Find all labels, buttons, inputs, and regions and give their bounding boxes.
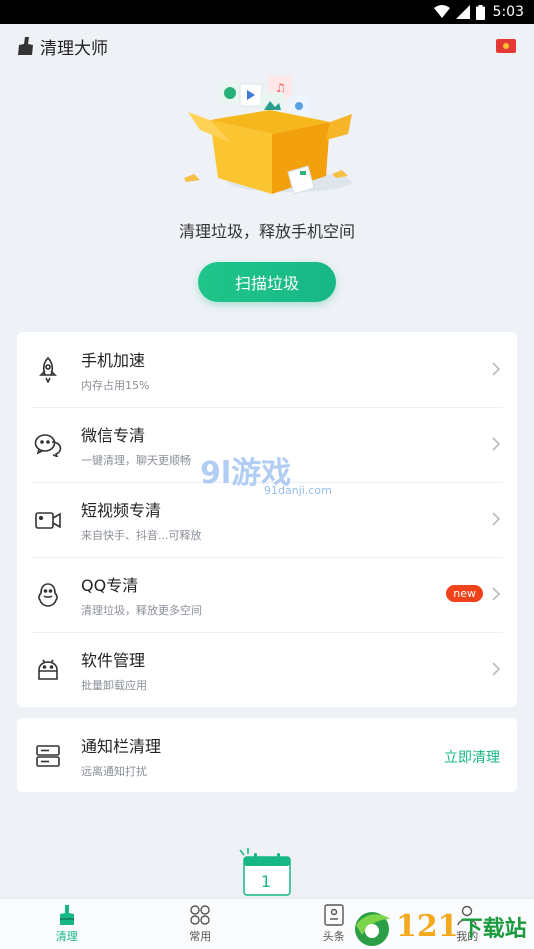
hero-caption: 清理垃圾，释放手机空间: [178, 222, 355, 241]
new-badge: new: [446, 585, 483, 602]
status-bar: 5:03: [0, 0, 534, 24]
notification-clean-row[interactable]: 通知栏清理 远离通知打扰 立即清理: [17, 718, 517, 793]
chevron-right-icon: [492, 362, 501, 376]
scan-junk-button[interactable]: 扫描垃圾: [198, 262, 336, 302]
feature-subtitle: 一键清理，聊天更顺畅: [81, 453, 191, 467]
notification-bar-icon: [33, 741, 63, 771]
feature-row-wechat-clean[interactable]: 微信专清 一键清理，聊天更顺畅: [17, 407, 517, 482]
feature-row-app-manager[interactable]: 软件管理 批量卸载应用: [17, 632, 517, 707]
tab-label: 头条: [322, 930, 345, 943]
wechat-icon: [33, 430, 63, 460]
feature-text: 软件管理 批量卸载应用: [81, 647, 517, 693]
tab-label: 清理: [55, 930, 78, 943]
status-icons: [433, 4, 485, 20]
feature-row-phone-boost[interactable]: 手机加速 内存占用15%: [17, 332, 517, 407]
junk-box-illustration-icon: ♫: [184, 76, 352, 195]
status-time: 5:03: [492, 4, 524, 20]
app-header: 清理大师: [0, 24, 534, 68]
feature-text: 手机加速 内存占用15%: [81, 347, 517, 393]
feature-subtitle: 内存占用15%: [81, 378, 150, 392]
feature-subtitle: 清理垃圾，释放更多空间: [81, 603, 202, 617]
feature-title: 软件管理: [81, 650, 146, 670]
chevron-right-icon: [492, 662, 501, 676]
cellular-signal-icon: [455, 5, 470, 19]
feature-title: 手机加速: [81, 350, 146, 370]
broom-logo-icon: [18, 37, 33, 55]
tab-common[interactable]: 常用: [134, 899, 268, 949]
battery-icon: [475, 4, 485, 20]
app-title: 清理大师: [40, 38, 108, 59]
feature-text: 微信专清 一键清理，聊天更顺畅: [81, 422, 517, 468]
profile-icon: [457, 905, 477, 926]
qq-penguin-icon: [33, 580, 63, 610]
tab-headlines[interactable]: 头条: [267, 899, 401, 949]
chevron-right-icon: [492, 437, 501, 451]
calendar-day: 1: [260, 872, 272, 891]
wifi-icon: [433, 5, 450, 18]
tab-label: 我的: [456, 930, 479, 943]
broom-icon: [59, 905, 74, 925]
news-icon: [324, 904, 344, 926]
android-icon: [33, 655, 63, 685]
feature-title: 短视频专清: [81, 500, 162, 520]
tab-clean[interactable]: 清理: [0, 899, 134, 949]
feature-text: 短视频专清 来自快手、抖音...可释放: [81, 497, 517, 543]
brand: 清理大师: [16, 34, 108, 59]
chevron-right-icon: [492, 587, 501, 601]
tab-label: 常用: [189, 930, 212, 943]
clean-now-link[interactable]: 立即清理: [444, 747, 500, 767]
feature-list-card: 手机加速 内存占用15% 微信专清 一键清理，聊天更顺畅 短视频专清 来自快手、…: [17, 332, 517, 707]
feature-title: 微信专清: [81, 425, 146, 445]
notification-clean-card[interactable]: 通知栏清理 远离通知打扰 立即清理: [17, 718, 517, 792]
rocket-icon: [33, 355, 63, 385]
tab-mine[interactable]: 我的: [401, 899, 534, 949]
feature-row-short-video-clean[interactable]: 短视频专清 来自快手、抖音...可释放: [17, 482, 517, 557]
video-camera-icon: [33, 505, 63, 535]
feature-subtitle: 批量卸载应用: [81, 678, 147, 692]
daily-calendar-widget[interactable]: 1: [238, 848, 294, 898]
feature-row-qq-clean[interactable]: QQ专清 清理垃圾，释放更多空间 new: [17, 557, 517, 632]
grid-icon: [190, 905, 210, 925]
bottom-tab-bar: 清理 常用 头条 我的: [0, 898, 534, 949]
language-flag-icon[interactable]: [496, 39, 516, 53]
feature-subtitle: 来自快手、抖音...可释放: [81, 528, 202, 542]
hero-section: ♫ 清理垃圾，释放手机空间 扫描垃圾: [0, 68, 534, 318]
chevron-right-icon: [492, 512, 501, 526]
